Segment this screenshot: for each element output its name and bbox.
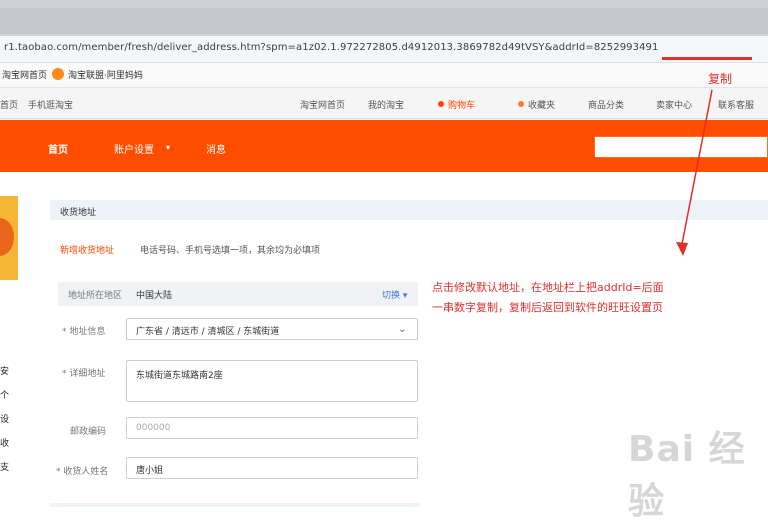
sidebar-item-2[interactable]: 设 (0, 412, 9, 425)
country-label: 地址所在地区 (68, 291, 123, 301)
instruction-line-2: 一串数字复制，复制后返回到软件的旺旺设置页 (432, 301, 663, 314)
recipient-name-label: * 收货人姓名 (56, 467, 109, 477)
avatar-image (0, 218, 14, 256)
site-nav-cart[interactable]: 购物车 (448, 98, 475, 111)
detail-address-label: * 详细地址 (62, 369, 106, 379)
site-nav-seller-center[interactable]: 卖家中心 (656, 98, 692, 111)
site-nav-service[interactable]: 联系客服 (718, 98, 754, 111)
site-nav-taobao-home[interactable]: 淘宝网首页 (300, 98, 345, 111)
site-nav-my-taobao[interactable]: 我的淘宝 (368, 98, 404, 111)
star-icon (518, 101, 524, 107)
search-input[interactable] (594, 136, 768, 158)
country-switch-link[interactable]: 切换 ▾ (382, 288, 407, 301)
tab-messages[interactable]: 消息 (206, 141, 226, 156)
detail-address-value: 东城街道东城路南2座 (136, 371, 223, 381)
form-tip-text: 电话号码、手机号选填一项，其余均为必填项 (140, 246, 321, 256)
recipient-name-input[interactable] (126, 457, 418, 479)
recipient-name-value: 唐小姐 (136, 466, 164, 476)
chevron-down-icon: ⌄ (398, 324, 407, 335)
site-nav-mobile[interactable]: 手机逛淘宝 (28, 98, 73, 111)
sidebar-item-0[interactable]: 安 (0, 364, 9, 377)
chevron-down-icon: ▾ (166, 143, 171, 152)
copy-annotation: 复制 (708, 72, 733, 86)
url-underline-annotation (662, 57, 752, 60)
browser-tabstrip (0, 8, 768, 34)
section-header (50, 200, 768, 220)
baidu-watermark: Bai 经验 (628, 429, 746, 522)
sidebar-item-1[interactable]: 个 (0, 388, 9, 401)
instruction-line-1: 点击修改默认地址，在地址栏上把addrId=后面 (432, 281, 664, 294)
postcode-label: 邮政编码 (70, 427, 107, 437)
country-value: 中国大陆 (136, 291, 173, 301)
bookmark-taobao-home[interactable]: 淘宝网首页 (2, 68, 47, 81)
next-field-edge (50, 503, 420, 507)
section-title: 收货地址 (60, 208, 97, 218)
detail-address-textarea[interactable] (126, 360, 418, 402)
site-nav-home[interactable]: 首页 (0, 98, 18, 111)
tab-home[interactable]: 首页 (48, 141, 68, 156)
region-value: 广东省 / 清远市 / 清城区 / 东城街道 (136, 327, 280, 337)
add-address-tag: 新增收货地址 (60, 246, 115, 256)
sidebar-item-4[interactable]: 支 (0, 460, 9, 473)
sidebar-item-3[interactable]: 收 (0, 436, 9, 449)
url-text[interactable]: r1.taobao.com/member/fresh/deliver_addre… (4, 42, 658, 53)
tab-account-settings[interactable]: 账户设置 (114, 141, 154, 156)
avatar[interactable] (0, 196, 18, 280)
site-nav-categories[interactable]: 商品分类 (588, 98, 624, 111)
site-nav-favorites[interactable]: 收藏夹 (528, 98, 555, 111)
bookmark-alimama[interactable]: 淘宝联盟·阿里妈妈 (68, 68, 143, 81)
country-switch-label: 切换 (382, 291, 401, 301)
region-label: * 地址信息 (62, 327, 106, 337)
alimama-icon (52, 68, 64, 80)
postcode-value: 000000 (136, 423, 171, 433)
cart-icon (438, 101, 444, 107)
